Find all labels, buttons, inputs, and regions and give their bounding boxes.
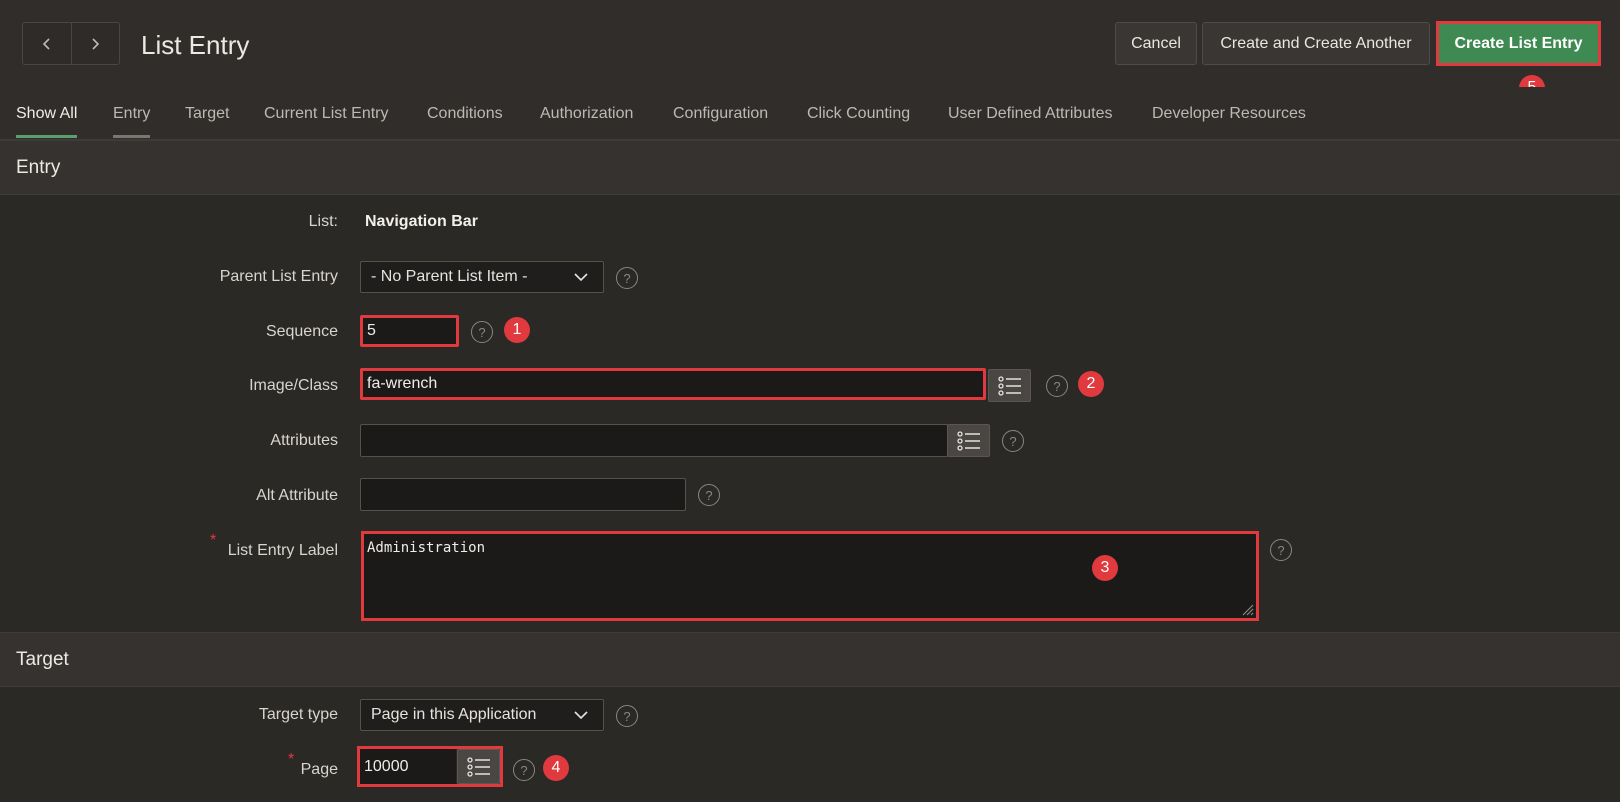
target-type-value: Page in this Application	[371, 706, 537, 723]
step-badge-1: 1	[504, 317, 530, 343]
attributes-lov-button[interactable]	[947, 424, 990, 457]
sequence-label: Sequence	[265, 323, 338, 340]
target-section-title: Target	[16, 649, 69, 670]
tab-configuration[interactable]: Configuration	[673, 105, 768, 135]
help-icon[interactable]: ?	[1046, 375, 1068, 397]
list-icon	[466, 756, 490, 777]
list-entry-label-textarea[interactable]: Administration	[361, 531, 1259, 621]
target-type-label: Target type	[258, 706, 338, 723]
tab-authorization[interactable]: Authorization	[540, 105, 633, 135]
sequence-input[interactable]: 5	[360, 315, 459, 347]
image-class-input[interactable]: fa-wrench	[360, 368, 986, 400]
cancel-button[interactable]: Cancel	[1115, 22, 1197, 65]
entry-section-header: Entry	[0, 140, 1620, 195]
record-navigation	[22, 22, 120, 65]
attributes-label: Attributes	[270, 432, 338, 449]
image-class-lov-button[interactable]	[988, 369, 1031, 402]
help-icon[interactable]: ?	[616, 705, 638, 727]
list-icon	[997, 375, 1021, 396]
list-icon	[956, 430, 980, 451]
help-icon[interactable]: ?	[513, 759, 535, 781]
tab-show-all[interactable]: Show All	[16, 105, 78, 138]
list-value: Navigation Bar	[365, 213, 478, 230]
list-entry-label-label: List Entry Label	[227, 542, 338, 559]
create-and-create-another-button[interactable]: Create and Create Another	[1202, 22, 1430, 65]
list-entry-label-value: Administration	[367, 540, 486, 556]
help-icon[interactable]: ?	[1270, 539, 1292, 561]
tab-current-list-entry[interactable]: Current List Entry	[264, 105, 388, 135]
page-lov-button[interactable]	[457, 749, 500, 784]
page-input[interactable]: 10000	[360, 749, 456, 784]
entry-section-title: Entry	[16, 157, 61, 178]
page-label: Page	[300, 761, 338, 778]
step-badge-3: 3	[1092, 555, 1118, 581]
page-title: List Entry	[141, 30, 250, 60]
help-icon[interactable]: ?	[1002, 430, 1024, 452]
chevron-right-icon	[92, 37, 100, 50]
parent-list-entry-select[interactable]: - No Parent List Item -	[360, 261, 604, 293]
alt-attribute-label: Alt Attribute	[256, 487, 338, 504]
tab-entry[interactable]: Entry	[113, 105, 151, 138]
tab-bar: Show All Entry Target Current List Entry…	[0, 87, 1620, 140]
resize-handle-icon[interactable]	[1240, 602, 1254, 616]
create-list-entry-button[interactable]: Create List Entry	[1439, 24, 1598, 63]
page-header: List Entry Cancel Create and Create Anot…	[0, 0, 1620, 87]
tab-click-counting[interactable]: Click Counting	[807, 105, 910, 135]
tab-developer-resources[interactable]: Developer Resources	[1152, 105, 1306, 135]
list-label: List:	[308, 213, 338, 230]
chevron-left-icon	[42, 37, 50, 50]
tab-user-defined-attributes[interactable]: User Defined Attributes	[948, 105, 1113, 135]
image-class-label: Image/Class	[249, 377, 338, 394]
alt-attribute-input[interactable]	[360, 478, 686, 511]
help-icon[interactable]: ?	[616, 267, 638, 289]
chevron-down-icon	[574, 273, 588, 282]
target-type-select[interactable]: Page in this Application	[360, 699, 604, 731]
parent-list-entry-label: Parent List Entry	[219, 268, 338, 285]
create-button-highlight: Create List Entry	[1436, 21, 1601, 66]
step-badge-4: 4	[543, 755, 569, 781]
chevron-down-icon	[574, 711, 588, 720]
page-field-highlight: 10000	[357, 746, 503, 787]
help-icon[interactable]: ?	[698, 484, 720, 506]
step-badge-2: 2	[1078, 371, 1104, 397]
tab-conditions[interactable]: Conditions	[427, 105, 503, 135]
parent-list-entry-value: - No Parent List Item -	[371, 268, 528, 285]
attributes-input[interactable]	[360, 424, 948, 457]
target-section-header: Target	[0, 632, 1620, 687]
help-icon[interactable]: ?	[471, 321, 493, 343]
previous-button[interactable]	[23, 23, 71, 64]
next-button[interactable]	[70, 23, 119, 64]
tab-target[interactable]: Target	[185, 105, 229, 135]
